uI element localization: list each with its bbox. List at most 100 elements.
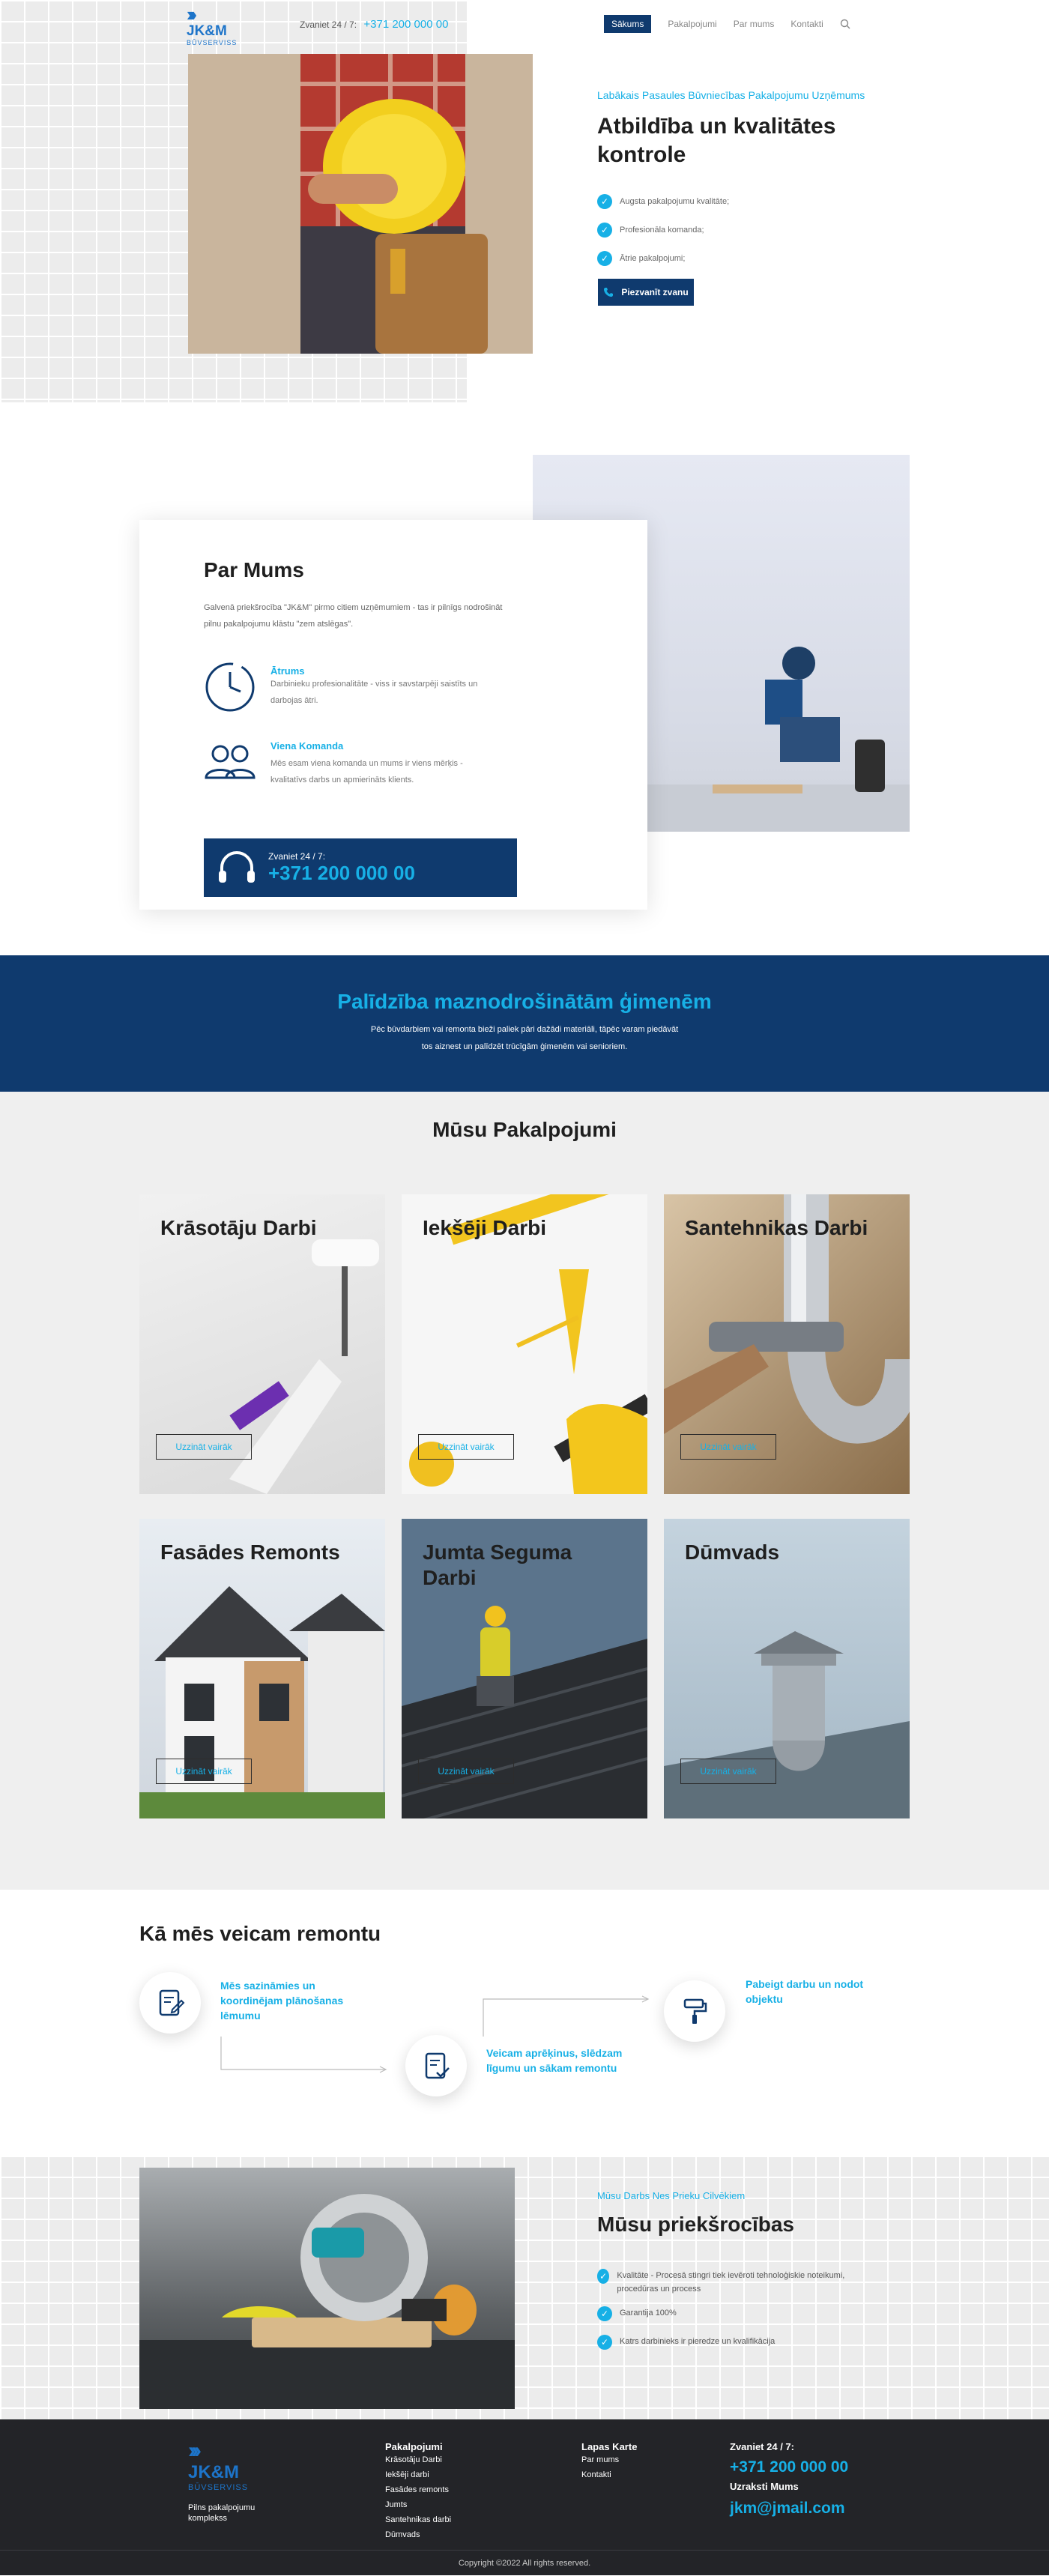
footer-tagline: Pilns pakalpojumu komplekss [188, 2503, 256, 2523]
banner-line: tos aiznest un palīdzēt trūcīgām ģimenēm… [421, 1042, 628, 1051]
service-card-title: Jumta Seguma Darbi [423, 1541, 572, 1589]
learn-more-button[interactable]: Uzzināt vairāk [418, 1434, 514, 1460]
about-title: Par Mums [204, 558, 304, 581]
footer-logo[interactable]: ››› JK&M BŪVSERVISS Pilns pakalpojumu ko… [188, 2440, 300, 2524]
team-icon [204, 740, 256, 793]
footer-column-title: Lapas Karte [581, 2441, 638, 2452]
hero-check-list: ✓ Augsta pakalpojumu kvalitāte; ✓ Profesio… [597, 187, 729, 273]
copyright: Copyright ©2022 All rights reserved. [0, 2550, 1049, 2575]
logo-chevrons-icon: ››› [187, 3, 197, 25]
logo[interactable]: ››› JK&M BŪVSERVISS [187, 4, 239, 49]
learn-more-button[interactable]: Uzzināt vairāk [680, 1434, 776, 1460]
list-item: ✓ Ātrie pakalpojumi; [597, 244, 729, 273]
feature-title: Viena Komanda [270, 740, 344, 752]
footer-column-title: Pakalpojumi [385, 2441, 443, 2452]
advantage-text: Garantija 100% [620, 2309, 677, 2318]
clock-icon [204, 661, 256, 713]
service-card-interior[interactable]: Iekšēji Darbi Uzzināt vairāk [402, 1194, 647, 1494]
check-label: Profesionāla komanda; [620, 226, 704, 235]
list-item: ✓ Garantija 100% [597, 2306, 874, 2335]
header-phone-number[interactable]: +371 200 000 00 [363, 18, 448, 31]
feature-text: Darbinieku profesionalitāte - viss ir sa… [270, 680, 478, 705]
feature-title: Ātrums [270, 665, 305, 677]
footer-services-column: Pakalpojumi Krāsotāju Darbi Iekšēji darb… [385, 2441, 451, 2542]
learn-more-button[interactable]: Uzzināt vairāk [418, 1759, 514, 1784]
paint-roller-icon [664, 1980, 725, 2042]
banner-line: Pēc būvdarbiem vai remonta bieži paliek … [370, 1025, 679, 1034]
hero-title: Atbildība un kvalitātes kontrole [597, 114, 836, 167]
process-title: Kā mēs veicam remontu [139, 1922, 381, 1945]
phone-icon [604, 288, 614, 297]
document-check-icon [405, 2035, 467, 2096]
list-item: ✓ Kvalitāte - Procesā stingri tiek ievēro… [597, 2269, 874, 2306]
banner-text: Pēc būvdarbiem vai remonta bieži paliek … [0, 1021, 1049, 1056]
footer-link[interactable]: Krāsotāju Darbi [385, 2452, 451, 2467]
learn-more-button[interactable]: Uzzināt vairāk [156, 1759, 252, 1784]
list-item: ✓ Profesionāla komanda; [597, 216, 729, 244]
about-text: Galvenā priekšrocība "JK&M" pirmo citiem… [204, 603, 503, 629]
check-icon: ✓ [597, 251, 612, 266]
process-step-text: Mēs sazināmies un koordinējam plānošanas… [220, 1980, 344, 2022]
process-step-text: Veicam aprēķinus, slēdzam līgumu un sāka… [486, 2047, 623, 2074]
footer-link[interactable]: Iekšēji darbi [385, 2467, 451, 2482]
service-card-plumbing[interactable]: Santehnikas Darbi Uzzināt vairāk [664, 1194, 910, 1494]
footer-contact-column: Zvaniet 24 / 7: +371 200 000 00 Uzraksti… [730, 2441, 848, 2518]
list-item: ✓ Katrs darbinieks ir pieredze un kvalifi… [597, 2335, 874, 2363]
footer-link[interactable]: Santehnikas darbi [385, 2512, 451, 2527]
document-edit-icon [139, 1972, 201, 2034]
footer-link[interactable]: Jumts [385, 2497, 451, 2512]
call-box-number[interactable]: +371 200 000 00 [268, 862, 415, 885]
process-step-text: Pabeigt darbu un nodot objektu [746, 1978, 864, 2005]
logo-chevrons-icon: ››› [188, 2438, 202, 2463]
banner-title: Palīdzība maznodrošinātām ģimenēm [337, 990, 712, 1013]
footer-write-label: Uzraksti Mums [730, 2481, 799, 2492]
service-card-title: Krāsotāju Darbi [160, 1216, 317, 1239]
main-nav: Sākums Pakalpojumi Par mums Kontakti [604, 15, 850, 33]
about-call-box[interactable]: Zvaniet 24 / 7: +371 200 000 00 [204, 838, 517, 897]
footer-logo-sub: BŪVSERVISS [188, 2483, 249, 2492]
footer-link[interactable]: Fasādes remonts [385, 2482, 451, 2497]
footer-link[interactable]: Kontakti [581, 2467, 637, 2482]
footer-sitemap-column: Lapas Karte Par mums Kontakti [581, 2441, 637, 2482]
advantages-list: ✓ Kvalitāte - Procesā stingri tiek ievēro… [597, 2269, 874, 2363]
feature-text: Mēs esam viena komanda un mums ir viens … [270, 759, 463, 784]
advantages-tools-image [139, 2168, 515, 2409]
header-phone-label: Zvaniet 24 / 7: [300, 19, 357, 30]
call-button-label: Piezvanīt zvanu [621, 287, 689, 297]
learn-more-button[interactable]: Uzzināt vairāk [156, 1434, 252, 1460]
service-card-title: Fasādes Remonts [160, 1541, 340, 1564]
service-card-title: Iekšēji Darbi [423, 1216, 546, 1239]
list-item: ✓ Augsta pakalpojumu kvalitāte; [597, 187, 729, 216]
footer-call-label: Zvaniet 24 / 7: [730, 2441, 794, 2452]
call-button[interactable]: Piezvanīt zvanu [598, 279, 694, 306]
check-icon: ✓ [597, 2306, 612, 2321]
hero-subtitle: Labākais Pasaules Būvniecības Pakalpojum… [597, 89, 865, 101]
check-icon: ✓ [597, 194, 612, 209]
help-banner: Palīdzība maznodrošinātām ģimenēm Pēc bū… [0, 955, 1049, 1092]
advantages-title: Mūsu priekšrocības [597, 2213, 794, 2236]
advantages-subtitle: Mūsu Darbs Nes Prieku Cilvēkiem [597, 2190, 746, 2201]
service-card-chimney[interactable]: Dūmvads Uzzināt vairāk [664, 1519, 910, 1818]
services-title: Mūsu Pakalpojumi [432, 1118, 617, 1141]
service-card-painting[interactable]: Krāsotāju Darbi Uzzināt vairāk [139, 1194, 385, 1494]
hero-worker-image [188, 54, 533, 354]
logo-sub: BŪVSERVISS [187, 39, 238, 46]
advantage-text: Katrs darbinieks ir pieredze un kvalifik… [620, 2337, 776, 2346]
learn-more-button[interactable]: Uzzināt vairāk [680, 1759, 776, 1784]
footer-email[interactable]: jkm@jmail.com [730, 2500, 848, 2518]
search-icon[interactable] [840, 19, 850, 29]
nav-item-home[interactable]: Sākums [604, 15, 652, 33]
check-icon: ✓ [597, 223, 612, 238]
footer-logo-name: JK&M [188, 2462, 240, 2482]
check-icon: ✓ [597, 2335, 612, 2350]
service-card-roof[interactable]: Jumta Seguma Darbi Uzzināt vairāk [402, 1519, 647, 1818]
footer-phone[interactable]: +371 200 000 00 [730, 2458, 848, 2476]
nav-item-contacts[interactable]: Kontakti [790, 19, 823, 29]
nav-item-about[interactable]: Par mums [734, 19, 775, 29]
logo-name: JK&M [187, 23, 227, 39]
footer-link[interactable]: Dūmvads [385, 2527, 451, 2542]
nav-item-services[interactable]: Pakalpojumi [668, 19, 716, 29]
service-card-facade[interactable]: Fasādes Remonts Uzzināt vairāk [139, 1519, 385, 1818]
footer-link[interactable]: Par mums [581, 2452, 637, 2467]
advantage-text: Kvalitāte - Procesā stingri tiek ievērot… [617, 2271, 845, 2294]
